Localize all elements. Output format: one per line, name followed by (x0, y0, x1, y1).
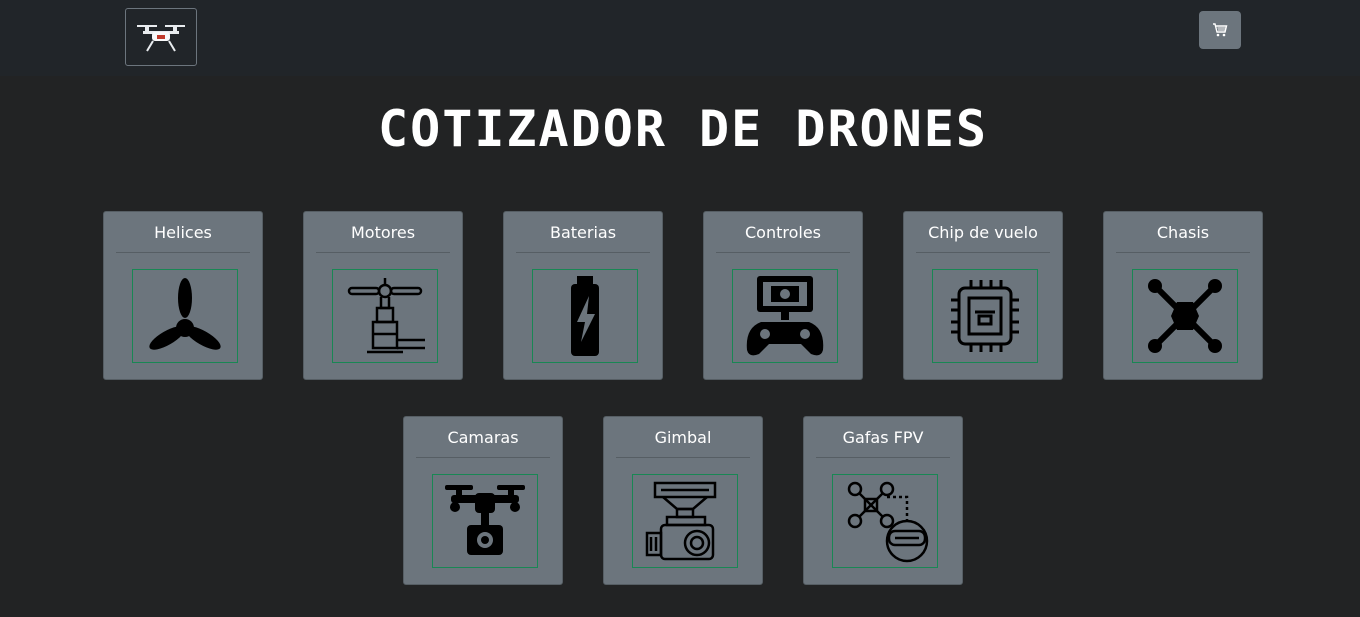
category-card-motores[interactable]: Motores (303, 211, 463, 380)
card-image[interactable] (432, 474, 538, 568)
motor-icon (347, 278, 425, 354)
page-title: COTIZADOR DE DRONES (378, 100, 988, 158)
gimbal-icon (645, 481, 717, 561)
category-card-controles[interactable]: Controles (703, 211, 863, 380)
category-card-helices[interactable]: Helices (103, 211, 263, 380)
card-title: Helices (116, 212, 250, 253)
cart-button[interactable] (1199, 11, 1241, 49)
card-title: Chip de vuelo (916, 212, 1050, 253)
card-title: Gafas FPV (816, 417, 950, 458)
controller-icon (746, 276, 824, 356)
battery-icon (571, 276, 599, 356)
category-card-gafas-fpv[interactable]: Gafas FPV (803, 416, 963, 585)
category-card-chip-de-vuelo[interactable]: Chip de vuelo (903, 211, 1063, 380)
camera-drone-icon (445, 485, 525, 555)
card-title: Chasis (1116, 212, 1250, 253)
card-image[interactable] (532, 269, 638, 363)
category-card-chasis[interactable]: Chasis (1103, 211, 1263, 380)
card-title: Controles (716, 212, 850, 253)
fpv-goggles-icon (847, 481, 929, 563)
category-card-baterias[interactable]: Baterias (503, 211, 663, 380)
category-card-camaras[interactable]: Camaras (403, 416, 563, 585)
card-image[interactable] (832, 474, 938, 568)
card-image[interactable] (632, 474, 738, 568)
card-title: Camaras (416, 417, 550, 458)
propeller-icon (149, 278, 221, 350)
category-card-gimbal[interactable]: Gimbal (603, 416, 763, 585)
card-title: Gimbal (616, 417, 750, 458)
brand-logo-button[interactable] (125, 8, 197, 66)
navbar (0, 0, 1360, 76)
drone-icon (137, 25, 185, 52)
chip-icon (951, 280, 1019, 352)
card-title: Motores (316, 212, 450, 253)
card-image[interactable] (1132, 269, 1238, 363)
frame-icon (1148, 279, 1222, 353)
card-image[interactable] (732, 269, 838, 363)
card-image[interactable] (932, 269, 1038, 363)
card-title: Baterias (516, 212, 650, 253)
card-image[interactable] (332, 269, 438, 363)
cart-icon (1213, 23, 1228, 37)
card-image[interactable] (132, 269, 238, 363)
